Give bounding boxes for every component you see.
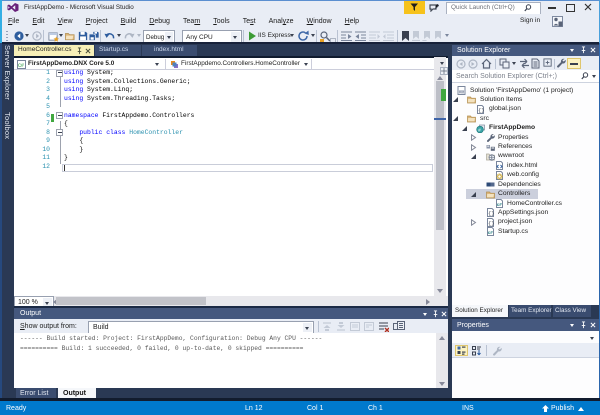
svg-text:{}: {} [488, 210, 495, 217]
svg-text:sln: sln [459, 90, 464, 94]
svg-text:#: # [21, 63, 24, 69]
svg-text:{}: {} [488, 220, 495, 227]
svg-text:c#: c# [497, 202, 503, 207]
svg-text:{}: {} [478, 107, 485, 114]
svg-text:c#: c# [488, 230, 494, 235]
